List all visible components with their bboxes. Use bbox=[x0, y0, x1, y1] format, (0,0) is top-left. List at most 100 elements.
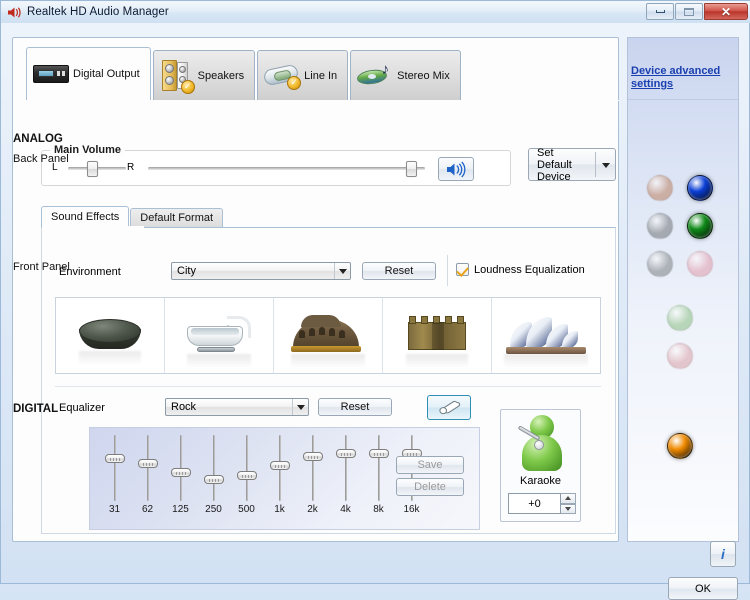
jack-ring bbox=[647, 251, 673, 277]
environment-dropdown-button[interactable] bbox=[334, 263, 350, 279]
equalizer-band-label: 4k bbox=[340, 504, 351, 515]
jack-orange-center-sub[interactable] bbox=[647, 175, 673, 201]
equalizer-band-label: 125 bbox=[172, 504, 189, 515]
set-default-device-button[interactable]: Set Default Device bbox=[528, 146, 616, 183]
ok-button[interactable]: OK bbox=[668, 577, 738, 600]
jack-ring bbox=[647, 175, 673, 201]
jack-front-green-headphone[interactable] bbox=[667, 305, 693, 331]
concert-hall-thumb[interactable] bbox=[491, 298, 600, 373]
karaoke-key-stepper[interactable]: +0 bbox=[508, 493, 576, 514]
equalizer-band-thumb[interactable] bbox=[170, 468, 191, 478]
digital-output-icon bbox=[33, 63, 69, 85]
equalizer-band-thumb[interactable] bbox=[104, 454, 125, 463]
equalizer-band-track bbox=[146, 435, 149, 501]
device-advanced-settings-link[interactable]: Device advanced settings bbox=[631, 65, 735, 91]
jack-blue-line-in[interactable] bbox=[687, 175, 713, 201]
environment-select[interactable]: City bbox=[171, 262, 351, 280]
information-button[interactable]: i bbox=[710, 541, 736, 567]
spinner-down-button[interactable] bbox=[561, 503, 576, 514]
close-button[interactable]: ✕ bbox=[704, 3, 748, 20]
equalizer-band-thumb[interactable] bbox=[335, 449, 356, 459]
loudness-equalization-label: Loudness Equalization bbox=[474, 263, 585, 276]
equalizer-band-4k[interactable] bbox=[329, 433, 362, 503]
tab-sound-effects-label: Sound Effects bbox=[51, 211, 120, 223]
equalizer-band-label: 250 bbox=[205, 504, 222, 515]
jack-grey-side[interactable] bbox=[647, 213, 673, 239]
equalizer-band-track bbox=[113, 435, 116, 501]
close-icon: ✕ bbox=[720, 4, 732, 19]
equalizer-band-label: 16k bbox=[403, 504, 420, 515]
jack-pink-mic[interactable] bbox=[687, 251, 713, 277]
main-volume-group: Main Volume L R bbox=[41, 144, 511, 186]
tab-speakers[interactable]: ✓ Speakers bbox=[152, 50, 256, 100]
environment-reset-label: Reset bbox=[384, 265, 414, 277]
stone-room-thumb[interactable] bbox=[56, 298, 164, 373]
equalizer-band-125[interactable] bbox=[164, 433, 197, 503]
environment-value: City bbox=[177, 265, 196, 277]
chevron-down-icon[interactable] bbox=[602, 163, 610, 168]
spinner-up-button[interactable] bbox=[561, 493, 576, 504]
jack-ring bbox=[687, 213, 713, 239]
equalizer-band-track bbox=[245, 435, 248, 501]
equalizer-save-button[interactable]: Save bbox=[396, 456, 464, 474]
equalizer-band-thumb[interactable] bbox=[137, 458, 158, 468]
stone-corridor-thumb[interactable] bbox=[382, 298, 491, 373]
equalizer-tool-button[interactable] bbox=[427, 395, 471, 420]
karaoke-panel[interactable]: Karaoke +0 bbox=[500, 409, 581, 522]
line-in-icon: ✓ bbox=[262, 63, 302, 90]
equalizer-band-500[interactable] bbox=[230, 433, 263, 503]
loudness-equalization-checkbox[interactable] bbox=[456, 263, 469, 276]
bathroom-thumb[interactable] bbox=[164, 298, 273, 373]
arena-thumb[interactable] bbox=[273, 298, 382, 373]
equalizer-tool-icon bbox=[439, 400, 461, 414]
jack-front-pink-mic[interactable] bbox=[667, 343, 693, 369]
jack-sidebar bbox=[627, 37, 739, 542]
equalizer-band-2k[interactable] bbox=[296, 433, 329, 503]
jack-digital-spdif[interactable] bbox=[667, 433, 693, 459]
jack-green-line-out[interactable] bbox=[687, 213, 713, 239]
tab-digital-output[interactable]: Digital Output bbox=[26, 47, 151, 100]
equalizer-preset-select[interactable]: Rock bbox=[165, 398, 309, 416]
environment-reset-button[interactable]: Reset bbox=[362, 262, 436, 280]
tab-digital-output-label: Digital Output bbox=[73, 68, 140, 80]
set-default-device-label: Set Default Device bbox=[537, 146, 572, 183]
equalizer-band-track bbox=[311, 435, 314, 501]
stone-corridor-icon bbox=[406, 315, 468, 368]
jack-ring bbox=[667, 433, 693, 459]
equalizer-band-thumb[interactable] bbox=[203, 475, 224, 485]
equalizer-delete-button[interactable]: Delete bbox=[396, 478, 464, 496]
equalizer-band-thumb[interactable] bbox=[368, 449, 389, 459]
equalizer-band-62[interactable] bbox=[131, 433, 164, 503]
speakers-icon: ✓ bbox=[160, 59, 195, 94]
equalizer-reset-button[interactable]: Reset bbox=[318, 398, 392, 416]
tab-default-format[interactable]: Default Format bbox=[130, 208, 224, 227]
equalizer-band-1k[interactable] bbox=[263, 433, 296, 503]
karaoke-stepper-arrows bbox=[561, 493, 576, 514]
loudness-equalization-row[interactable]: Loudness Equalization bbox=[456, 263, 585, 276]
tab-sound-effects[interactable]: Sound Effects bbox=[41, 206, 130, 227]
karaoke-key-value: +0 bbox=[508, 493, 561, 514]
tab-stereo-mix[interactable]: ♪ Stereo Mix bbox=[350, 50, 461, 100]
equalizer-band-31[interactable] bbox=[98, 433, 131, 503]
main-volume-slider[interactable] bbox=[148, 160, 425, 177]
client-area: Digital Output ✓ Speakers ✓ Line In ♪ St… bbox=[1, 23, 750, 600]
equalizer-band-thumb[interactable] bbox=[302, 451, 323, 461]
equalizer-dropdown-button[interactable] bbox=[292, 399, 308, 415]
environment-thumbnail-strip bbox=[55, 297, 601, 374]
balance-slider[interactable] bbox=[68, 160, 126, 177]
jack-grey-rear[interactable] bbox=[647, 251, 673, 277]
maximize-button[interactable] bbox=[675, 3, 703, 20]
equalizer-band-250[interactable] bbox=[197, 433, 230, 503]
app-window: Realtek HD Audio Manager ✕ Digital Outpu… bbox=[0, 0, 750, 600]
jack-ring bbox=[647, 213, 673, 239]
maximize-icon bbox=[684, 7, 694, 16]
equalizer-band-thumb[interactable] bbox=[236, 470, 257, 480]
main-volume-slider-thumb[interactable] bbox=[406, 161, 418, 177]
default-check-badge-icon: ✓ bbox=[180, 79, 195, 94]
tab-line-in[interactable]: ✓ Line In bbox=[257, 50, 349, 100]
equalizer-band-8k[interactable] bbox=[362, 433, 395, 503]
balance-slider-thumb[interactable] bbox=[86, 161, 98, 177]
mute-button[interactable] bbox=[438, 157, 474, 181]
equalizer-band-thumb[interactable] bbox=[269, 461, 290, 471]
minimize-button[interactable] bbox=[646, 3, 674, 20]
